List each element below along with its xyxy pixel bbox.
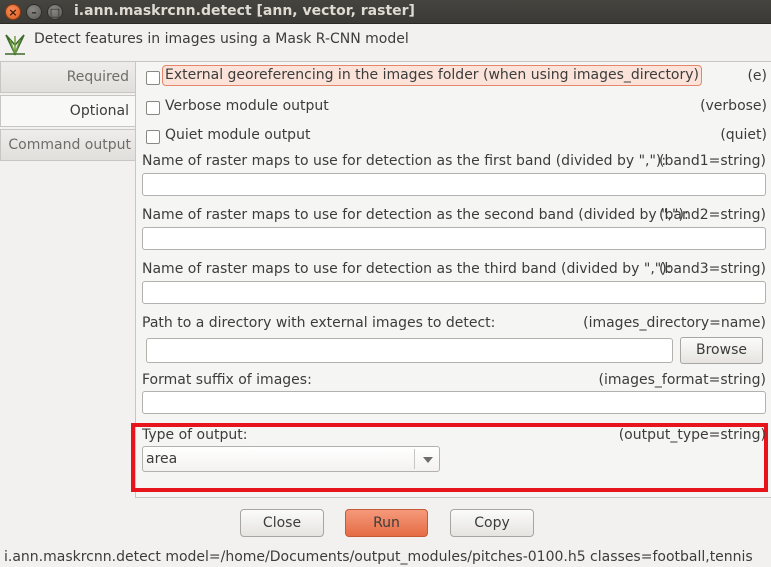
title-bar: × – □ i.ann.maskrcnn.detect [ann, vector… [0,0,771,24]
verbose-flag: (verbose) [700,98,767,114]
grass-logo-icon [5,34,25,56]
external-georef-flag: (e) [747,68,767,84]
band3-input[interactable] [142,281,766,304]
quiet-flag: (quiet) [720,127,767,143]
tab-optional[interactable]: Optional [0,95,135,127]
external-georef-label[interactable]: External georeferencing in the images fo… [162,65,702,86]
images-format-key: (images_format=string) [598,372,766,388]
images-format-label: Format suffix of images: [142,372,312,388]
band1-key: (band1=string) [659,153,766,169]
band2-key: (band2=string) [659,207,766,223]
output-type-value: area [146,451,178,467]
module-header: Detect features in images using a Mask R… [0,26,771,58]
band2-label: Name of raster maps to use for detection… [142,207,689,223]
copy-button[interactable]: Copy [450,509,534,537]
window-close-button[interactable]: × [5,4,21,20]
browse-button[interactable]: Browse [680,337,763,364]
window-maximize-button[interactable]: □ [47,4,63,20]
band3-key: (band3=string) [659,261,766,277]
verbose-label[interactable]: Verbose module output [165,98,329,114]
band1-input[interactable] [142,173,766,196]
command-preview: i.ann.maskrcnn.detect model=/home/Docume… [4,549,753,565]
tab-command-output[interactable]: Command output [0,129,135,161]
output-type-key: (output_type=string) [618,427,766,443]
quiet-label[interactable]: Quiet module output [165,127,310,143]
quiet-checkbox[interactable] [146,130,160,144]
tab-required[interactable]: Required [0,61,135,93]
close-button[interactable]: Close [240,509,324,537]
run-button[interactable]: Run [345,509,428,537]
window-title: i.ann.maskrcnn.detect [ann, vector, rast… [74,3,415,19]
option-verbose: Verbose module output (verbose) [142,97,767,119]
images-format-input[interactable] [142,391,766,414]
option-external-georef: External georeferencing in the images fo… [142,65,767,89]
band3-label: Name of raster maps to use for detection… [142,261,672,277]
external-georef-checkbox[interactable] [146,71,160,85]
band2-input[interactable] [142,227,766,250]
images-directory-input[interactable] [146,338,673,363]
output-type-label: Type of output: [142,427,248,443]
option-quiet: Quiet module output (quiet) [142,126,767,148]
images-directory-key: (images_directory=name) [583,315,766,331]
images-directory-label: Path to a directory with external images… [142,315,496,331]
module-description: Detect features in images using a Mask R… [34,31,409,47]
verbose-checkbox[interactable] [146,101,160,115]
window-minimize-button[interactable]: – [26,4,42,20]
combo-separator [414,449,415,469]
chevron-down-icon[interactable] [423,457,433,463]
band1-label: Name of raster maps to use for detection… [142,153,667,169]
output-type-select[interactable]: area [142,446,440,472]
